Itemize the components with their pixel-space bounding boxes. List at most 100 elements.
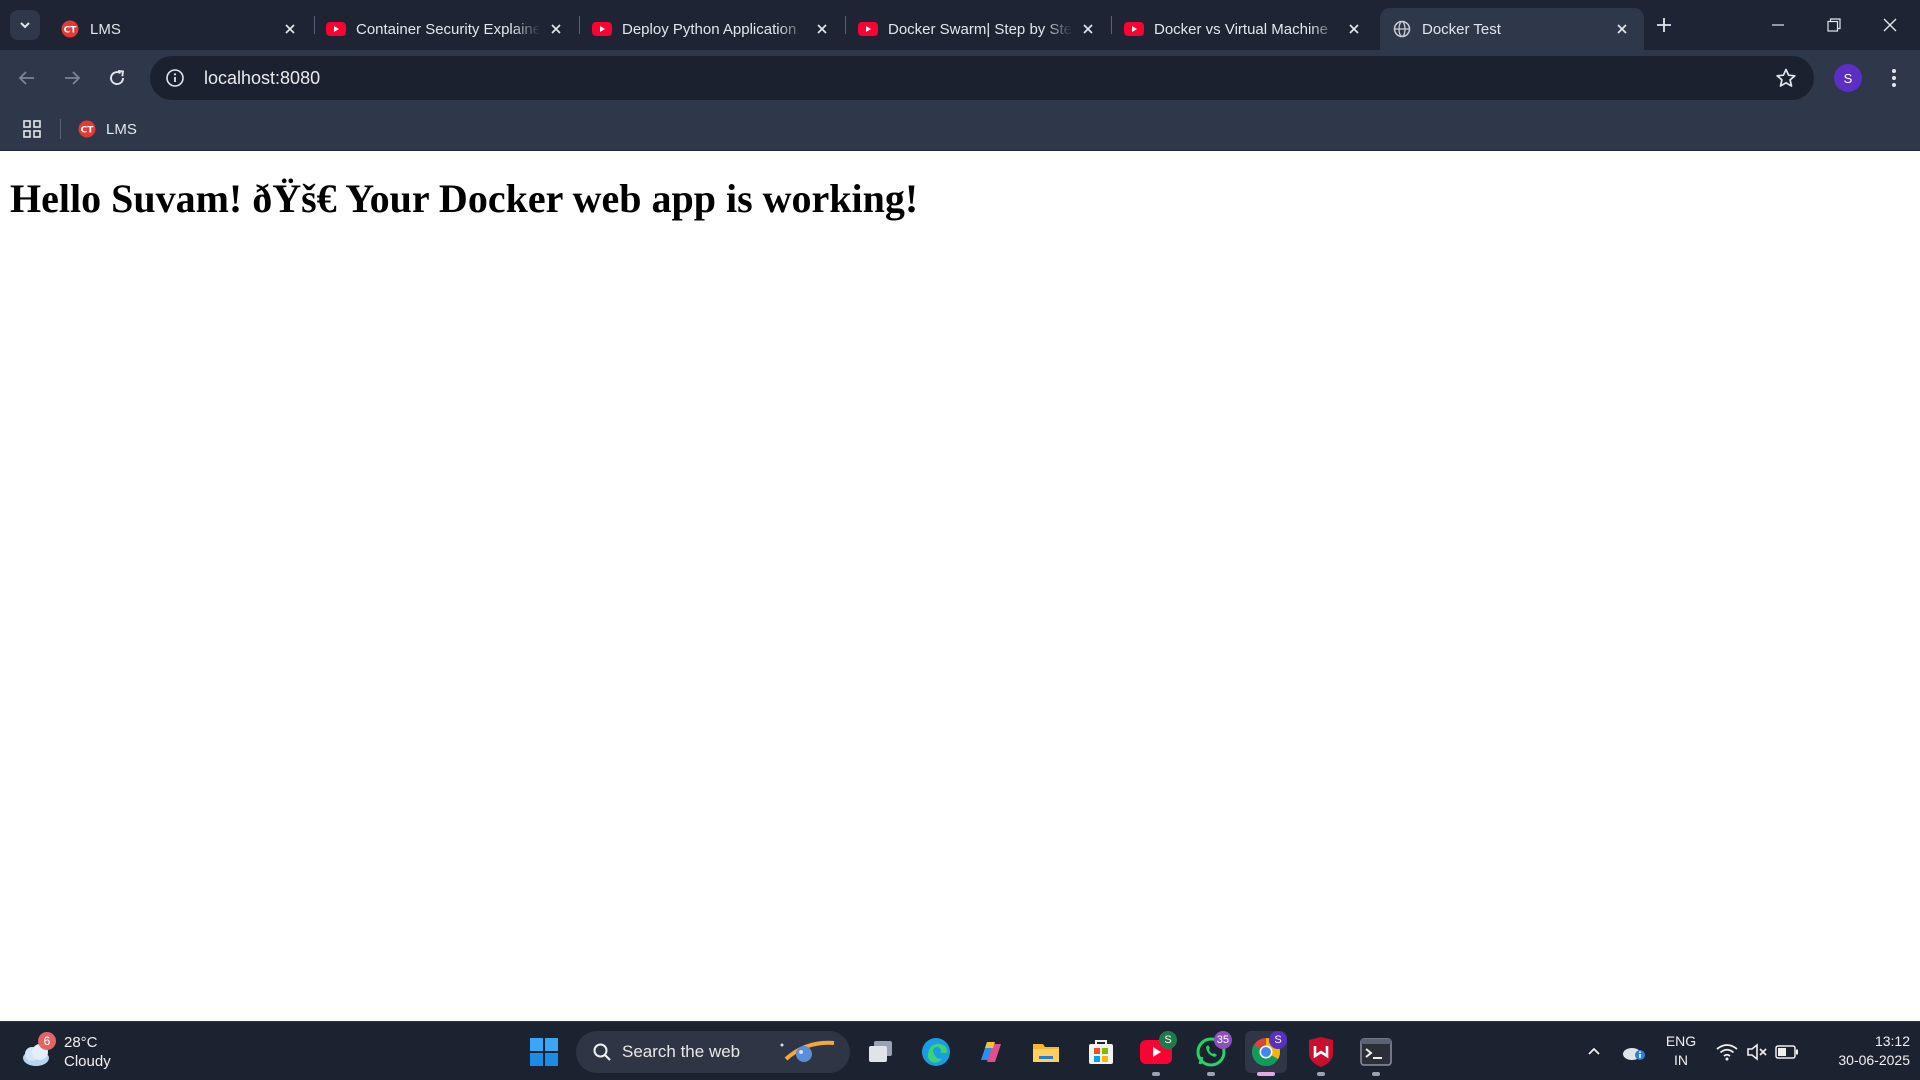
tab-title: Container Security Explained <box>356 21 540 38</box>
youtube-favicon-icon <box>592 19 612 39</box>
chevron-up-icon <box>1588 1047 1600 1055</box>
wifi-icon <box>1716 1044 1738 1061</box>
arrow-left-icon <box>18 71 34 85</box>
tab-title: Docker Swarm| Step by Step <box>888 21 1072 38</box>
close-icon[interactable] <box>1612 19 1632 39</box>
weather-alert-badge: 6 <box>38 1032 56 1050</box>
clock-date: 30-06-2025 <box>1838 1052 1910 1068</box>
forward-button[interactable] <box>53 59 91 97</box>
start-button[interactable] <box>523 1031 565 1073</box>
taskbar: 6 28°C Cloudy Search the web S 35 S ENG … <box>0 1021 1920 1080</box>
onedrive-tray-button[interactable] <box>1620 1030 1648 1074</box>
tab-strip: CT LMS Container Security Explained Depl… <box>0 0 1920 50</box>
search-placeholder: Search the web <box>622 1042 741 1061</box>
edge-taskbar-button[interactable] <box>915 1031 957 1073</box>
clock-time: 13:12 <box>1874 1033 1910 1049</box>
bookmarks-separator <box>60 119 61 139</box>
browser-menu-button[interactable] <box>1880 62 1908 94</box>
close-icon[interactable] <box>812 19 832 39</box>
store-taskbar-button[interactable] <box>1080 1031 1122 1073</box>
weather-temperature: 28°C <box>64 1034 98 1051</box>
region-code: IN <box>1674 1052 1688 1068</box>
plus-icon <box>1657 18 1671 32</box>
show-hidden-icons-button[interactable] <box>1582 1030 1606 1074</box>
running-indicator <box>1317 1072 1325 1076</box>
tab-title: Deploy Python Application <box>622 21 797 38</box>
youtube-favicon-icon <box>858 19 878 39</box>
address-bar[interactable]: localhost:8080 <box>150 56 1814 100</box>
close-window-button[interactable] <box>1862 0 1918 50</box>
youtube-favicon-icon <box>1124 19 1144 39</box>
tab-deploy-python[interactable]: Deploy Python Application <box>580 8 844 50</box>
close-icon[interactable] <box>1078 19 1098 39</box>
tab-docker-swarm[interactable]: Docker Swarm| Step by Step <box>846 8 1110 50</box>
restore-button[interactable] <box>1806 0 1862 50</box>
volume-tray-button[interactable] <box>1744 1030 1770 1074</box>
close-icon[interactable] <box>280 19 300 39</box>
running-indicator <box>1207 1072 1215 1076</box>
copilot-taskbar-button[interactable] <box>970 1031 1012 1073</box>
terminal-taskbar-button[interactable] <box>1355 1031 1397 1076</box>
apps-grid-button[interactable] <box>20 117 44 141</box>
tab-lms[interactable]: CT LMS <box>48 8 312 50</box>
tab-docker-vs-vm[interactable]: Docker vs Virtual Machine <box>1112 8 1376 50</box>
windows-logo-icon <box>530 1038 558 1066</box>
close-icon[interactable] <box>1344 19 1364 39</box>
profile-badge: S <box>1159 1031 1177 1049</box>
back-button[interactable] <box>8 59 46 97</box>
web-page-content: Hello Suvam! ðŸš€ Your Docker web app is… <box>0 151 1920 1021</box>
profile-avatar[interactable]: S <box>1834 64 1862 92</box>
mcafee-taskbar-button[interactable] <box>1300 1031 1342 1076</box>
bookmarks-bar: CT LMS <box>0 107 1920 151</box>
tab-container-security[interactable]: Container Security Explained <box>314 8 578 50</box>
whatsapp-taskbar-button[interactable]: 35 <box>1190 1031 1232 1076</box>
folder-icon <box>1033 1044 1059 1062</box>
tab-search-button[interactable] <box>10 10 40 40</box>
language-code: ENG <box>1665 1033 1697 1049</box>
url-text[interactable]: localhost:8080 <box>204 68 320 89</box>
search-highlight-icon <box>776 1037 840 1067</box>
kebab-menu-icon <box>1892 69 1896 87</box>
tab-title: LMS <box>90 21 121 38</box>
store-icon <box>1089 1040 1113 1064</box>
reload-button[interactable] <box>98 59 136 97</box>
tab-docker-test[interactable]: Docker Test <box>1380 8 1644 50</box>
notification-count-badge: 35 <box>1213 1031 1232 1049</box>
restore-icon <box>1827 18 1841 32</box>
grid-icon <box>23 120 41 138</box>
youtube-taskbar-button[interactable]: S <box>1135 1031 1177 1076</box>
minimize-button[interactable] <box>1750 0 1806 50</box>
chrome-taskbar-button[interactable]: S <box>1245 1031 1287 1076</box>
page-heading: Hello Suvam! ðŸš€ Your Docker web app is… <box>10 176 919 221</box>
site-info-icon[interactable] <box>160 63 190 93</box>
cloud-info-icon <box>1623 1048 1645 1060</box>
bookmark-star-icon[interactable] <box>1774 66 1798 90</box>
battery-tray-button[interactable] <box>1774 1030 1800 1074</box>
weather-widget[interactable]: 6 28°C Cloudy <box>18 1030 111 1074</box>
search-icon <box>590 1040 614 1064</box>
youtube-favicon-icon <box>326 19 346 39</box>
active-indicator <box>1257 1072 1275 1076</box>
task-view-button[interactable] <box>860 1031 902 1073</box>
new-tab-button[interactable] <box>1650 11 1678 39</box>
wifi-tray-button[interactable] <box>1714 1030 1740 1074</box>
running-indicator <box>1372 1072 1380 1076</box>
globe-icon <box>1392 19 1412 39</box>
system-clock[interactable]: 13:12 30-06-2025 <box>1810 1032 1910 1070</box>
mcafee-shield-icon <box>1309 1037 1333 1067</box>
file-explorer-taskbar-button[interactable] <box>1025 1031 1067 1073</box>
battery-icon <box>1775 1045 1798 1059</box>
task-view-icon <box>869 1041 892 1062</box>
taskbar-search[interactable]: Search the web <box>576 1031 850 1073</box>
svg-text:CT: CT <box>81 126 95 136</box>
tab-title: Docker vs Virtual Machine <box>1154 21 1328 38</box>
cloudy-weather-icon: 6 <box>18 1032 58 1072</box>
lms-favicon-icon: CT <box>78 120 96 138</box>
tab-title: Docker Test <box>1422 21 1501 38</box>
close-icon[interactable] <box>546 19 566 39</box>
bookmark-lms[interactable]: CT LMS <box>78 116 137 142</box>
minimize-icon <box>1772 24 1784 26</box>
chevron-down-icon <box>20 22 30 29</box>
language-indicator[interactable]: ENG IN <box>1660 1032 1702 1070</box>
bookmark-label: LMS <box>106 120 137 138</box>
